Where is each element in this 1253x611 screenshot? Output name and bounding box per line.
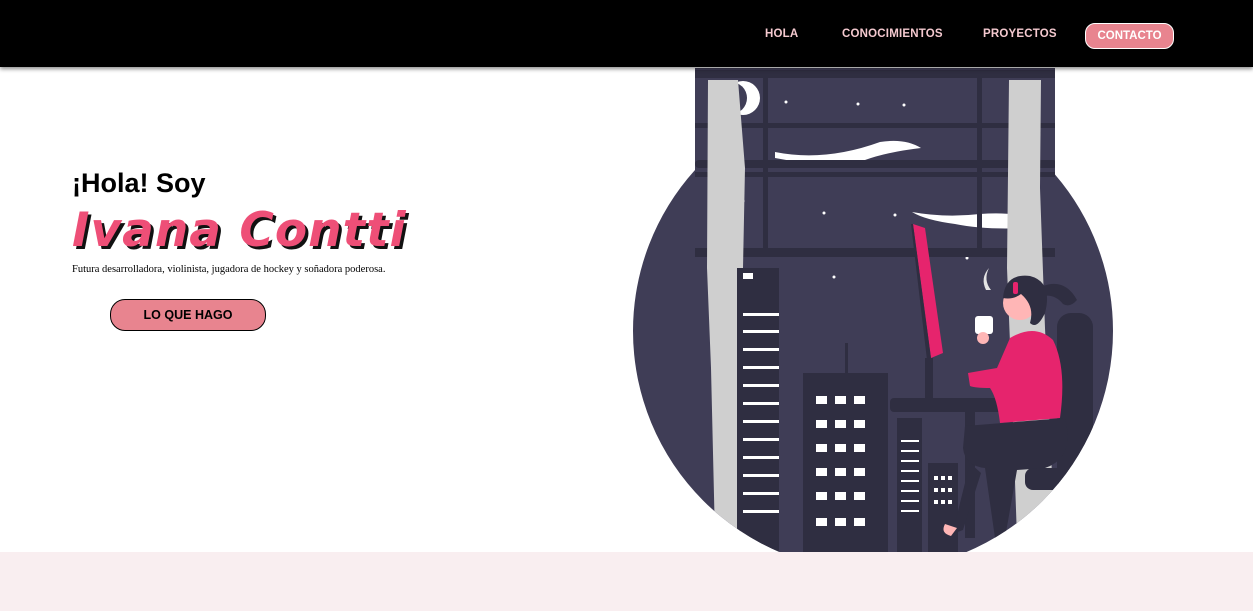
nav-contact-button[interactable]: CONTACTO xyxy=(1085,23,1174,49)
nav-link-conocimientos[interactable]: CONOCIMIENTOS xyxy=(842,28,943,40)
hero-subtitle: Futura desarrolladora, violinista, jugad… xyxy=(72,264,386,275)
woman-at-desk-illustration xyxy=(633,68,1113,571)
hero-greeting: ¡Hola! Soy xyxy=(72,168,206,198)
bottom-section-band xyxy=(0,552,1253,611)
hero-name: Ivana Contti xyxy=(72,203,407,258)
nav-link-hola[interactable]: HOLA xyxy=(765,28,798,40)
top-navbar: HOLA CONOCIMIENTOS PROYECTOS CONTACTO xyxy=(0,0,1253,67)
lo-que-hago-button[interactable]: LO QUE HAGO xyxy=(110,299,266,331)
nav-link-proyectos[interactable]: PROYECTOS xyxy=(983,28,1057,40)
